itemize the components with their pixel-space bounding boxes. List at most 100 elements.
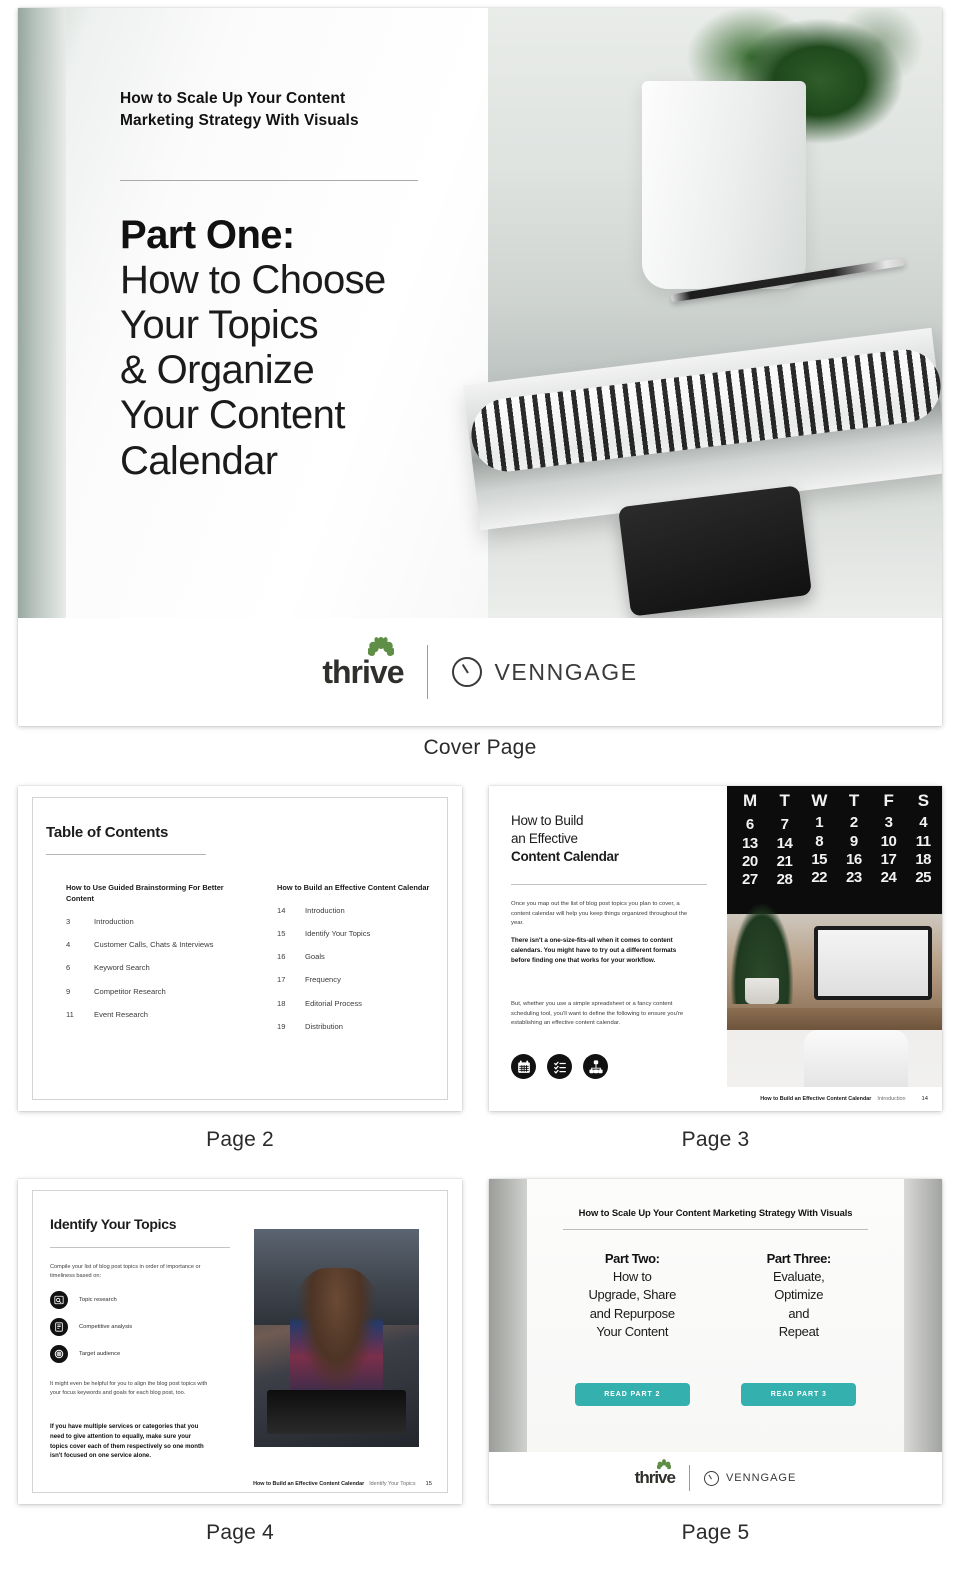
page-4-paragraph-2: It might even be helpful for you to alig…: [50, 1381, 208, 1397]
sitemap-icon[interactable]: [583, 1054, 608, 1079]
calendar-cell: 15: [811, 850, 827, 868]
footer-page-number: 14: [921, 1096, 928, 1102]
cover-title-line-2: Your Topics: [120, 302, 319, 347]
competitive-analysis-icon: [50, 1318, 68, 1336]
page-4-checklist: Topic research Competitive analysis Targ…: [50, 1291, 132, 1363]
toc-entry[interactable]: 15 Identify Your Topics: [277, 929, 446, 938]
toc-entry-label: Keyword Search: [94, 963, 150, 973]
read-part-3-button[interactable]: READ PART 3: [741, 1383, 857, 1406]
venngage-logo: VENNGAGE: [703, 1470, 797, 1486]
venngage-mark-icon: [452, 657, 483, 687]
page-2-thumbnail[interactable]: Table of Contents How to Use Guided Brai…: [18, 786, 462, 1111]
list-item[interactable]: Target audience: [50, 1345, 132, 1363]
venngage-logo: VENNGAGE: [452, 657, 637, 687]
part-three-heading: Part Three:: [766, 1251, 832, 1266]
list-item[interactable]: Competitive analysis: [50, 1318, 132, 1336]
toc-entry-page: 6: [66, 963, 71, 973]
toc-entry[interactable]: 4 Customer Calls, Chats & Interviews: [66, 940, 235, 949]
cover-title: Part One: How to Choose Your Topics & Or…: [120, 213, 450, 484]
toc-entry[interactable]: 18 Editorial Process: [277, 999, 446, 1008]
toc-entry-label: Editorial Process: [305, 998, 362, 1008]
caption-page-3: Page 3: [681, 1128, 750, 1151]
calendar-icon[interactable]: [511, 1054, 536, 1079]
footer-subsection: Introduction: [877, 1096, 906, 1102]
part-three-line-1: Evaluate,: [772, 1269, 825, 1284]
caption-page-4: Page 4: [206, 1521, 274, 1544]
page-5-columns: Part Two: How to Upgrade, Share and Repu…: [549, 1251, 882, 1342]
page-4-photo-woman-laptop: [254, 1229, 419, 1447]
venngage-mark-icon: [703, 1470, 719, 1486]
calendar-cell: 27: [741, 870, 758, 888]
toc-column-heading: How to Build an Effective Content Calend…: [277, 883, 430, 892]
toc-column-right: How to Build an Effective Content Calend…: [277, 882, 446, 1045]
toc-entry[interactable]: 11 Event Research: [66, 1010, 235, 1019]
calendar-cell: 1: [815, 814, 824, 832]
toc-entry-label: Identify Your Topics: [305, 929, 371, 939]
caption-cover: Cover Page: [423, 736, 537, 759]
toc-entry[interactable]: 3 Introduction: [66, 917, 235, 926]
calendar-cell: 20: [741, 852, 758, 870]
calendar-header: T: [779, 791, 790, 810]
toc-entry[interactable]: 16 Goals: [277, 952, 446, 961]
page-4-thumbnail[interactable]: Identify Your Topics Compile your list o…: [18, 1179, 462, 1504]
list-item-label: Target audience: [79, 1351, 121, 1357]
toc-divider: [46, 854, 206, 855]
page-3-divider: [511, 884, 707, 885]
toc-entry-page: 4: [66, 940, 71, 950]
part-two-column: Part Two: How to Upgrade, Share and Repu…: [549, 1251, 716, 1342]
tree-icon: [367, 636, 394, 656]
toc-entry[interactable]: 9 Competitor Research: [66, 987, 235, 996]
page-5-thumbnail[interactable]: How to Scale Up Your Content Marketing S…: [489, 1179, 942, 1504]
calendar-column: S 4 11 18 25: [906, 791, 940, 914]
photo-laptop: [267, 1390, 406, 1434]
footer-section-title: How to Build an Effective Content Calend…: [253, 1481, 365, 1487]
part-three-line-4: Repeat: [778, 1324, 819, 1340]
toc-entry[interactable]: 6 Keyword Search: [66, 963, 235, 972]
page-3-paragraph-1: Once you map out the list of blog post t…: [511, 901, 688, 927]
toc-entry-label: Competitor Research: [94, 986, 166, 996]
cover-footer-logos: thrive VENNGAGE: [18, 618, 942, 726]
thrive-logo-text: thrive: [322, 653, 404, 690]
pdf-preview-page: How to Scale Up Your Content Marketing S…: [0, 0, 960, 1575]
page-3-photo-calendar-desk: M 6 13 20 27 T 7 14 21 28 W 1 8 15 22 T …: [727, 786, 942, 1111]
toc-column-left: How to Use Guided Brainstorming For Bett…: [66, 882, 235, 1045]
page-4-paragraph-3-bold: If you have multiple services or categor…: [50, 1423, 204, 1460]
plant-pot: [642, 81, 806, 289]
calendar-header: W: [811, 791, 827, 810]
list-item[interactable]: Topic research: [50, 1291, 132, 1309]
part-two-line-2: Upgrade, Share: [588, 1287, 677, 1303]
toc-entry[interactable]: 17 Frequency: [277, 975, 446, 984]
toc-entry-label: Distribution: [305, 1021, 343, 1031]
page-3-paragraph-2-bold: There isn't a one-size-fits-all when it …: [511, 937, 677, 964]
venngage-logo-text: VENNGAGE: [725, 1472, 797, 1484]
logo-divider: [427, 645, 429, 699]
calendar-header: S: [917, 791, 929, 810]
footer-subsection: Identify Your Topics: [369, 1481, 416, 1487]
calendar-column: T 7 14 21 28: [768, 791, 802, 914]
checklist-icon[interactable]: [547, 1054, 572, 1079]
wooden-desk: [727, 1008, 942, 1030]
venngage-logo-text: VENNGAGE: [494, 658, 638, 685]
calendar-cell: 14: [776, 834, 793, 852]
caption-page-2: Page 2: [206, 1128, 274, 1151]
read-part-3-wrap: READ PART 3: [716, 1383, 883, 1406]
toc-entry[interactable]: 19 Distribution: [277, 1022, 446, 1031]
page-3-icon-row: [511, 1054, 608, 1079]
cover-page-thumbnail[interactable]: How to Scale Up Your Content Marketing S…: [18, 8, 942, 726]
calendar-cell: 23: [845, 868, 862, 886]
calendar-cell: 18: [915, 850, 931, 868]
snake-plant: [731, 904, 793, 1004]
page-3-thumbnail[interactable]: How to Build an Effective Content Calend…: [489, 786, 942, 1111]
toc-entry-page: 9: [66, 986, 71, 996]
read-part-2-button[interactable]: READ PART 2: [574, 1383, 690, 1406]
page-3-title-line-3: Content Calendar: [511, 848, 619, 864]
toc-entry-page: 11: [66, 1009, 74, 1019]
toc-column-heading: How to Use Guided Brainstorming For Bett…: [66, 883, 224, 904]
topic-research-icon: [50, 1291, 68, 1309]
calendar-cell: 8: [815, 832, 824, 850]
toc-entry-label: Customer Calls, Chats & Interviews: [94, 940, 214, 950]
toc-entry[interactable]: 14 Introduction: [277, 906, 446, 915]
calendar-cell: 7: [780, 816, 789, 834]
page-3-footer: How to Build an Effective Content Calend…: [489, 1087, 942, 1111]
calendar-column: W 1 8 15 22: [802, 791, 836, 914]
